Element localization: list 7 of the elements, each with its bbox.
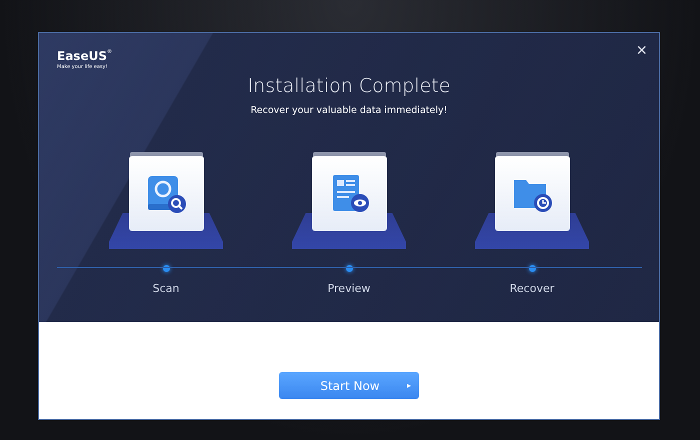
step-label: Preview — [328, 282, 370, 295]
step-label: Scan — [152, 282, 180, 295]
logo-text: EaseUS$^{®}$ — [57, 49, 112, 63]
dialog-title: Installation Complete — [248, 75, 450, 97]
dialog-subtitle: Recover your valuable data immediately! — [250, 105, 448, 116]
close-button[interactable]: × — [632, 39, 651, 61]
step-label: Recover — [510, 282, 554, 295]
